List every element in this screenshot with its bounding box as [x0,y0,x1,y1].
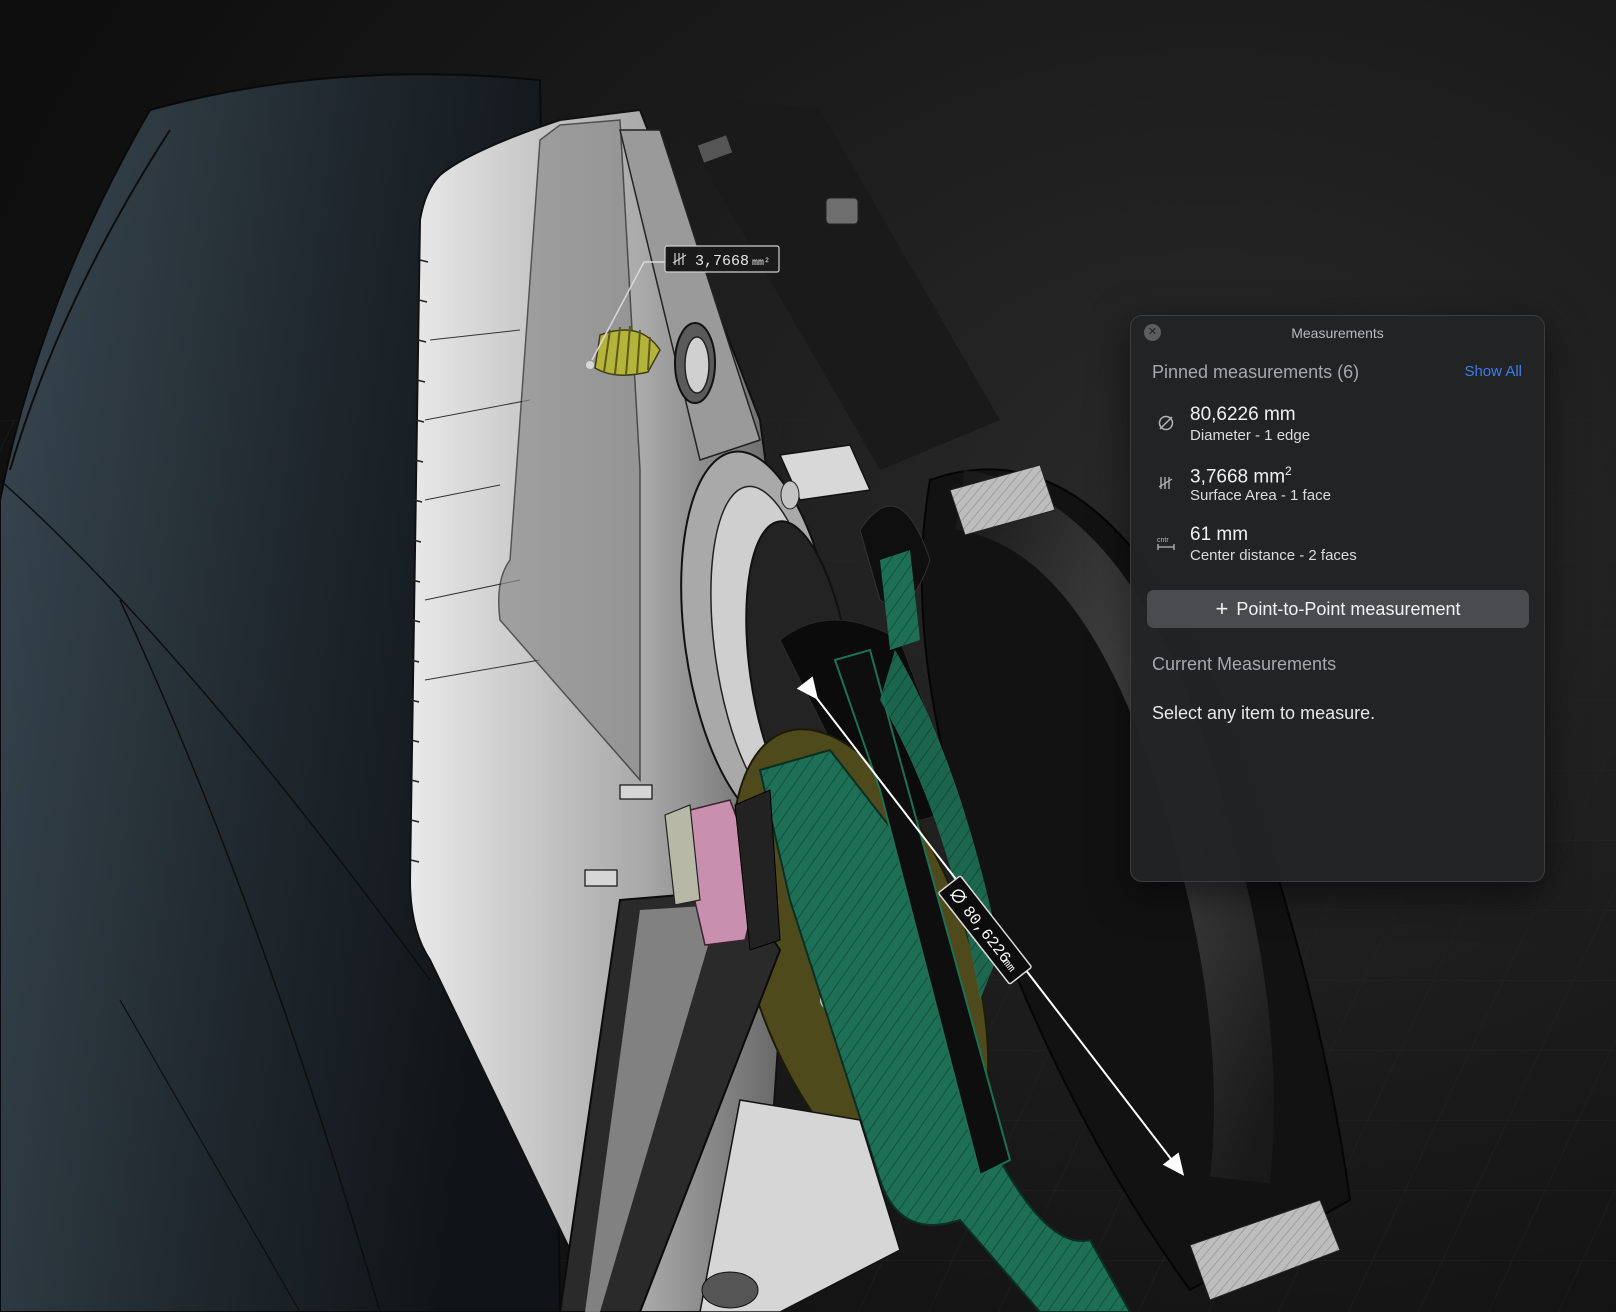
measurement-subtitle: Diameter - 1 edge [1190,427,1311,444]
plus-icon: + [1215,596,1229,621]
point-to-point-label: Point-to-Point measurement [1236,598,1461,619]
measurement-subtitle: Center distance - 2 faces [1190,547,1357,564]
pinned-measurements-list: 80,6226 mm Diameter - 1 edge 3,7668 mm2 … [1131,404,1544,584]
current-measurements-title: Current Measurements [1152,654,1337,674]
pinned-measurement-diameter[interactable]: 80,6226 mm Diameter - 1 edge [1131,404,1544,464]
pinned-measurement-center-distance[interactable]: cntr 61 mm Center distance - 2 faces [1131,524,1544,584]
panel-titlebar: ✕ Measurements [1131,316,1544,350]
measurement-value: 80,6226 mm [1190,404,1296,425]
pinned-header: Pinned measurements (6) Show All [1152,362,1522,384]
measurements-panel: ✕ Measurements Pinned measurements (6) S… [1130,315,1545,882]
panel-title: Measurements [1291,325,1384,341]
measurement-subtitle: Surface Area - 1 face [1190,487,1331,504]
measurement-value: 3,7668 mm2 [1190,464,1292,488]
pinned-measurement-surface-area[interactable]: 3,7668 mm2 Surface Area - 1 face [1131,464,1544,524]
pinned-measurements-title: Pinned measurements (6) [1152,362,1360,382]
svg-text:cntr: cntr [1157,537,1169,544]
area-callout-unit: mm² [752,258,770,269]
select-item-hint: Select any item to measure. [1152,703,1376,723]
surface-area-icon [1155,472,1177,494]
show-all-link[interactable]: Show All [1464,363,1522,380]
measurement-value-superscript: 2 [1285,464,1292,478]
diameter-icon [1155,412,1177,434]
measurement-value: 61 mm [1190,524,1249,545]
area-callout-label[interactable]: 3,7668 mm² [664,245,780,273]
point-to-point-measurement-button[interactable]: + Point-to-Point measurement [1147,590,1529,628]
center-distance-icon: cntr [1155,532,1177,554]
area-callout-value: 3,7668 [695,253,749,270]
